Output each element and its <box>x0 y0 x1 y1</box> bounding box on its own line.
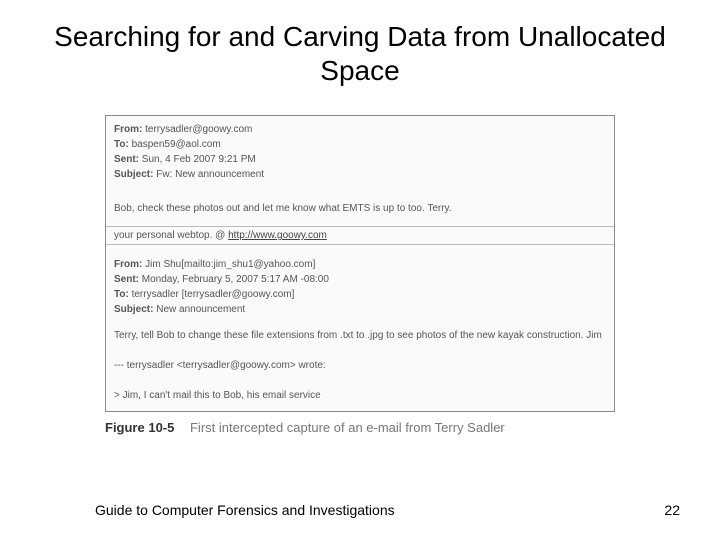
email1-to-label: To: <box>114 139 129 150</box>
email-panel: From: terrysadler@goowy.com To: baspen59… <box>105 115 615 412</box>
ad-row: your personal webtop. @ http://www.goowy… <box>106 226 614 245</box>
email2-subject-value: New announcement <box>156 304 245 315</box>
email2-sent-value: Monday, February 5, 2007 5:17 AM -08:00 <box>142 274 329 285</box>
email2-quote-attrib: --- terrysadler <terrysadler@goowy.com> … <box>114 355 606 377</box>
ad-link[interactable]: http://www.goowy.com <box>228 230 327 241</box>
email2-sent-row: Sent: Monday, February 5, 2007 5:17 AM -… <box>114 272 606 287</box>
email1-from-value: terrysadler@goowy.com <box>145 124 252 135</box>
figure-label: Figure 10-5 <box>105 420 174 435</box>
footer: Guide to Computer Forensics and Investig… <box>0 502 720 518</box>
email1-sent-label: Sent: <box>114 154 139 165</box>
email1-subject-label: Subject: <box>114 169 153 180</box>
email1-to-row: To: baspen59@aol.com <box>114 137 606 152</box>
email2-sent-label: Sent: <box>114 274 139 285</box>
email1-sent-value: Sun, 4 Feb 2007 9:21 PM <box>142 154 256 165</box>
figure-caption-text: First intercepted capture of an e-mail f… <box>190 420 505 435</box>
email1-body: Bob, check these photos out and let me k… <box>106 194 614 224</box>
email1-sent-row: Sent: Sun, 4 Feb 2007 9:21 PM <box>114 152 606 167</box>
email2-to-row: To: terrysadler [terrysadler@goowy.com] <box>114 287 606 302</box>
email2-from-value: Jim Shu[mailto:jim_shu1@yahoo.com] <box>145 259 315 270</box>
email2-to-value: terrysadler [terrysadler@goowy.com] <box>132 289 295 300</box>
email2-from-row: From: Jim Shu[mailto:jim_shu1@yahoo.com] <box>114 257 606 272</box>
email2-body-text: Terry, tell Bob to change these file ext… <box>114 325 606 347</box>
email2-subject-row: Subject: New announcement <box>114 302 606 317</box>
email1-from-label: From: <box>114 124 142 135</box>
ad-text: your personal webtop. @ <box>114 230 228 241</box>
footer-left: Guide to Computer Forensics and Investig… <box>95 502 395 518</box>
email2-subject-label: Subject: <box>114 304 153 315</box>
email1-from-row: From: terrysadler@goowy.com <box>114 122 606 137</box>
email2-quote-line: > Jim, I can't mail this to Bob, his ema… <box>114 385 606 407</box>
page-number: 22 <box>664 502 680 518</box>
figure-caption: Figure 10-5 First intercepted capture of… <box>105 420 615 435</box>
email2-from-label: From: <box>114 259 142 270</box>
slide-title: Searching for and Carving Data from Unal… <box>0 0 720 97</box>
email1-subject-row: Subject: Fw: New announcement <box>114 167 606 182</box>
email1-header: From: terrysadler@goowy.com To: baspen59… <box>106 116 614 186</box>
email1-subject-value: Fw: New announcement <box>156 169 264 180</box>
email2-block: From: Jim Shu[mailto:jim_shu1@yahoo.com]… <box>106 253 614 411</box>
email1-body-text: Bob, check these photos out and let me k… <box>114 198 606 220</box>
email1-to-value: baspen59@aol.com <box>132 139 221 150</box>
email2-to-label: To: <box>114 289 129 300</box>
